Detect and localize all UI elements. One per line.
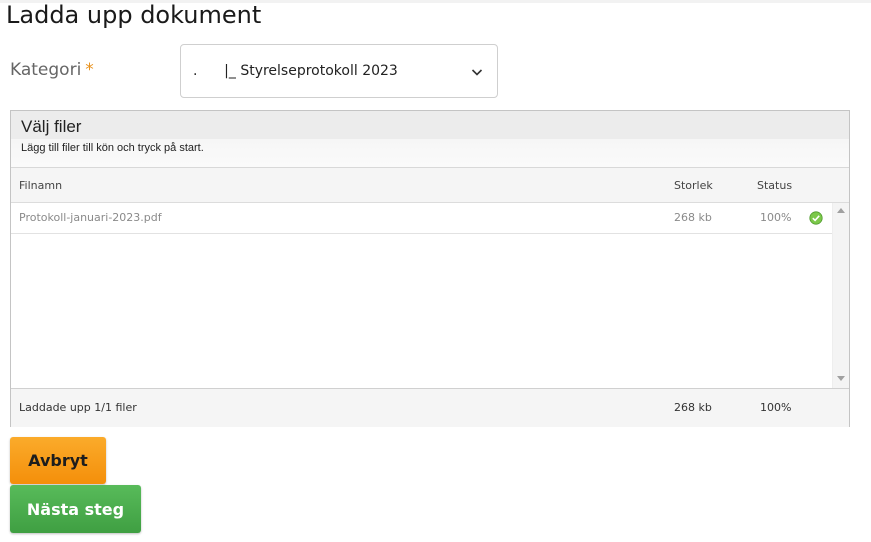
next-step-button[interactable]: Nästa steg — [10, 485, 141, 533]
file-row[interactable]: Protokoll-januari-2023.pdf 268 kb 100% — [11, 203, 832, 234]
column-header-status: Status — [757, 179, 793, 192]
uploader-header: Välj filer Lägg till filer till kön och … — [11, 111, 849, 168]
uploader-title: Välj filer — [21, 117, 82, 136]
category-select-value: . |_ Styrelseprotokoll 2023 — [193, 63, 398, 79]
check-circle-icon — [809, 211, 823, 225]
column-header-filename: Filnamn — [19, 179, 63, 192]
file-list-scrollbar[interactable] — [832, 203, 849, 388]
file-list[interactable]: Protokoll-januari-2023.pdf 268 kb 100% — [11, 203, 849, 388]
total-status: 100% — [760, 401, 792, 414]
chevron-down-icon — [471, 69, 483, 76]
scroll-down-arrow-icon[interactable] — [837, 376, 845, 381]
file-name: Protokoll-januari-2023.pdf — [19, 211, 162, 224]
required-star: * — [85, 60, 94, 80]
file-uploader: Välj filer Lägg till filer till kön och … — [10, 110, 850, 427]
page-title: Ladda upp dokument — [6, 1, 262, 29]
file-size: 268 kb — [674, 211, 712, 224]
category-label-text: Kategori — [10, 60, 82, 80]
cancel-button[interactable]: Avbryt — [10, 437, 106, 484]
uploader-footer: Laddade upp 1/1 filer 268 kb 100% — [11, 388, 849, 427]
uploader-subtitle: Lägg till filer till kön och tryck på st… — [21, 142, 204, 154]
total-size: 268 kb — [674, 401, 712, 414]
file-status: 100% — [760, 211, 792, 224]
upload-summary: Laddade upp 1/1 filer — [19, 401, 137, 414]
category-label: Kategori * — [10, 60, 94, 80]
file-list-header: Filnamn Storlek Status — [11, 168, 849, 203]
column-header-size: Storlek — [674, 179, 713, 192]
scroll-up-arrow-icon[interactable] — [837, 208, 845, 213]
category-select[interactable]: . |_ Styrelseprotokoll 2023 — [180, 44, 498, 98]
